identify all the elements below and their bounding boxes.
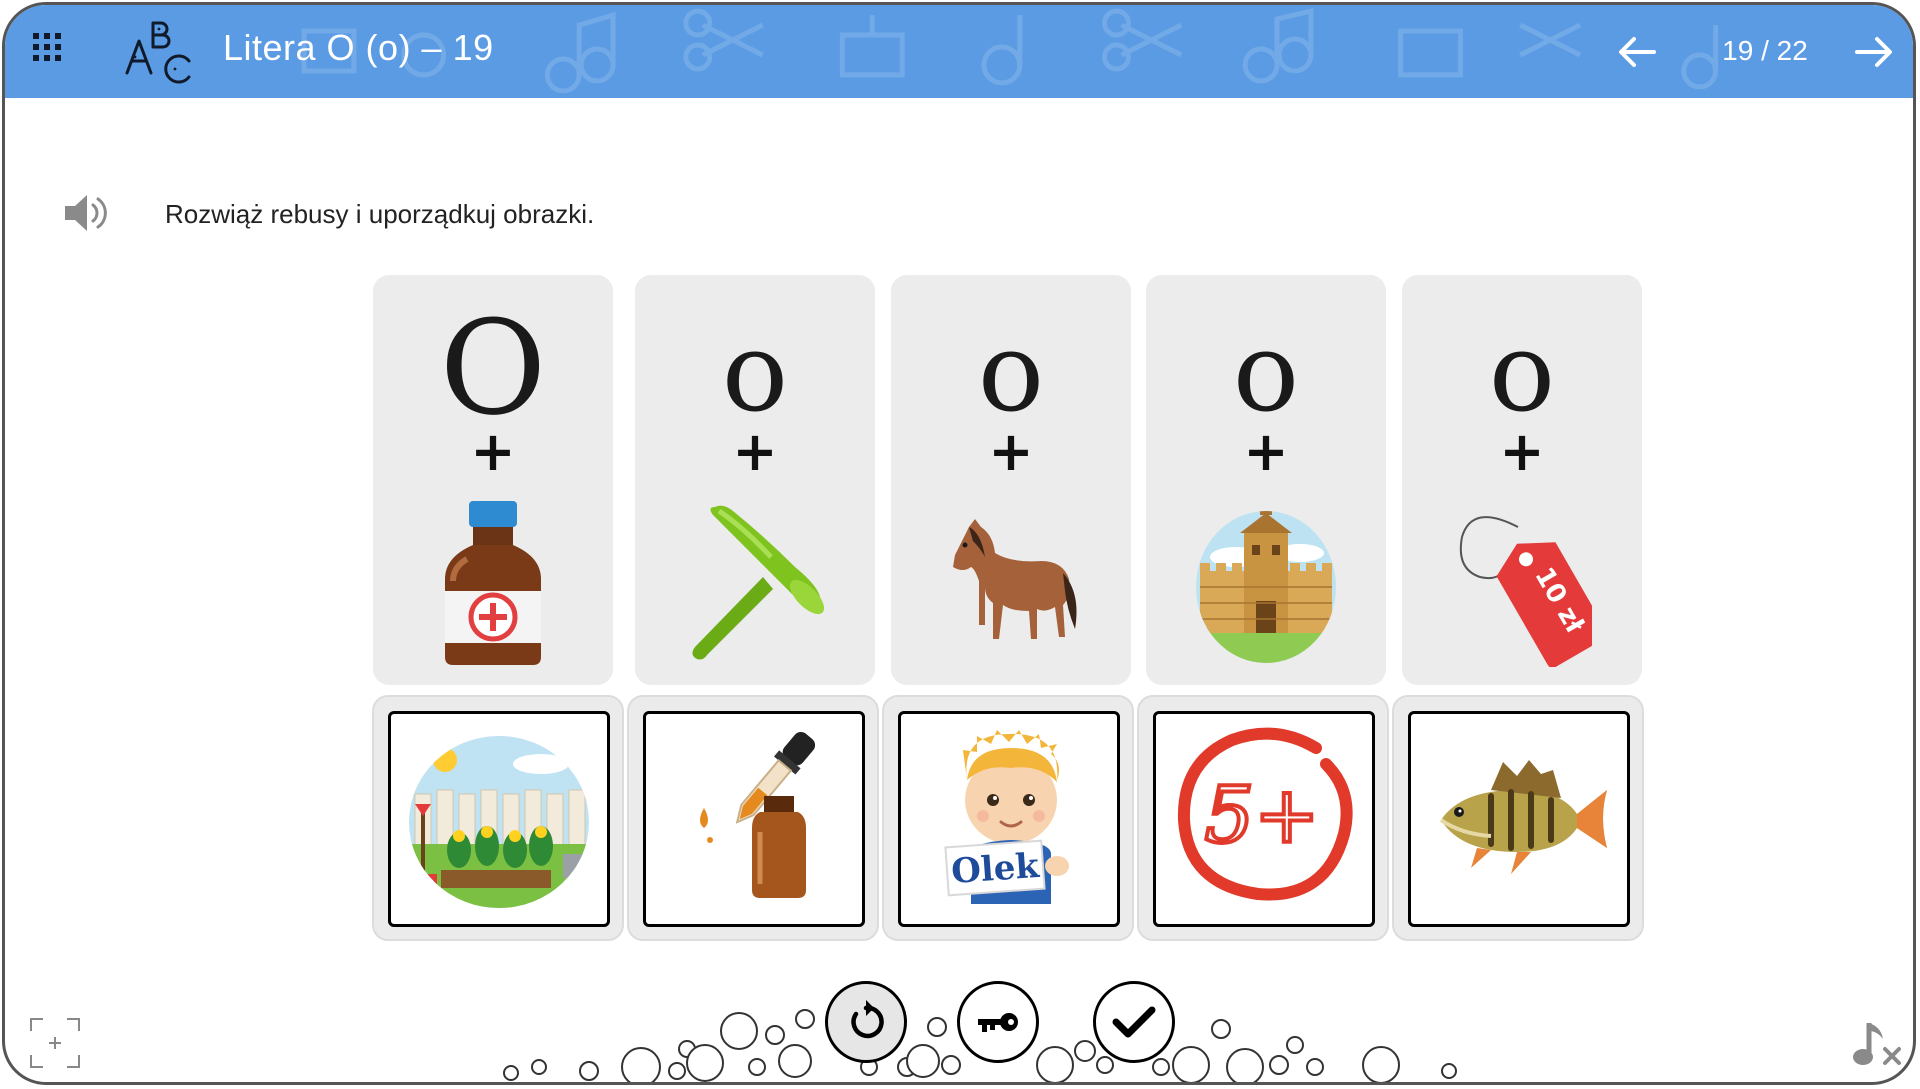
check-button[interactable] [1093,981,1175,1063]
clue-plus: + [988,420,1034,483]
medicine-bottle-icon [445,501,541,665]
clue-letter: o [1488,308,1556,436]
clue-card-4: o + [1146,275,1386,685]
arrow-left-icon[interactable] [1614,29,1660,75]
show-answer-button[interactable] [957,981,1039,1063]
price-tag-icon: 10 zł [1459,516,1592,667]
answer-tile-2[interactable] [643,711,865,927]
speaker-icon[interactable] [63,191,109,235]
wooden-fort-icon [1196,511,1336,663]
answer-tile-1[interactable] [388,711,610,927]
clue-plus: + [732,420,778,483]
app-frame: Litera O (o) – 19 19 / 22 Rozwiąż rebusy… [2,2,1916,1085]
clue-plus: + [470,420,516,483]
clue-card-5: o + 10 zł [1402,275,1642,685]
dropper-bottle-icon [700,731,816,898]
clue-letter: o [977,308,1045,436]
answer-slot-5 [1392,695,1644,941]
answer-tile-4[interactable]: 5+ [1153,711,1375,927]
top-bar: Litera O (o) – 19 19 / 22 [5,5,1913,98]
clue-plus: + [1499,420,1545,483]
reset-icon [851,1000,884,1039]
answer-tile-5[interactable] [1408,711,1630,927]
answer-slot-2 [627,695,879,941]
grade-text: 5+ [1205,771,1320,861]
page-counter: 19 / 22 [1722,35,1808,66]
funnel-icon [692,505,825,660]
key-icon [978,1013,1018,1032]
horse-icon [953,519,1077,639]
clue-card-1: O + [373,275,613,685]
reset-button[interactable] [825,981,907,1063]
answer-slot-1 [372,695,624,941]
clue-letter: O [439,292,547,444]
clue-letter: o [1232,308,1300,436]
garden-icon [409,736,589,908]
check-icon [1112,1006,1156,1038]
clue-card-2: o + [635,275,875,685]
answer-slot-4: 5+ [1137,695,1389,941]
page-title: Litera O (o) – 19 [223,27,494,68]
answer-tile-3[interactable]: Olek [898,711,1120,927]
answer-slot-3: Olek [882,695,1134,941]
clue-plus: + [1243,420,1289,483]
sign-text: Olek [950,846,1042,892]
music-off-icon[interactable] [1851,1017,1905,1071]
clue-card-3: o + [891,275,1131,685]
task-instruction: Rozwiąż rebusy i uporządkuj obrazki. [165,199,595,229]
arrow-right-icon[interactable] [1851,29,1897,75]
menu-button[interactable] [33,33,69,69]
clue-letter: o [721,308,789,436]
boy-with-sign-icon: Olek [944,730,1069,904]
perch-fish-icon [1439,760,1607,874]
fullscreen-icon[interactable] [29,1017,81,1069]
abc-letters-icon [125,21,191,84]
grade-five-plus-icon: 5+ [1177,727,1353,901]
